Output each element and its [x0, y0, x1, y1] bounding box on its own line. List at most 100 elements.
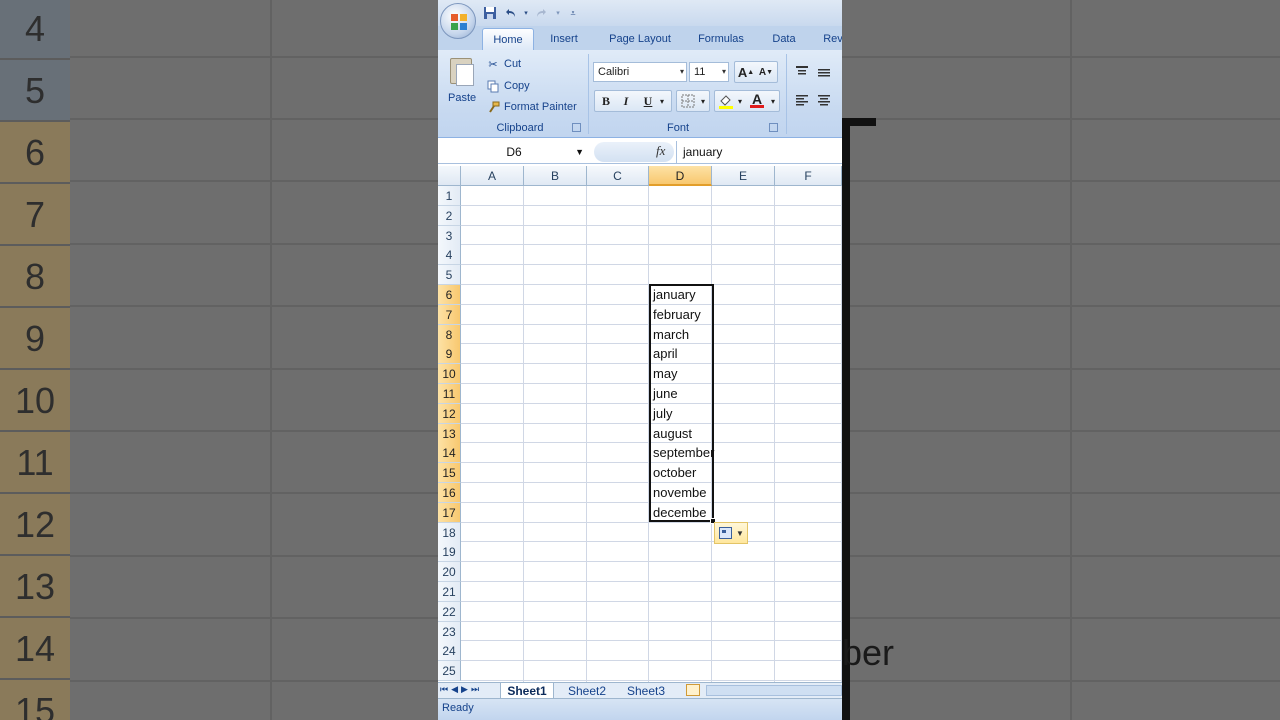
row-header[interactable]: 3 — [438, 225, 461, 246]
row-header[interactable]: 23 — [438, 621, 461, 642]
cell-d17[interactable]: decembe — [651, 503, 706, 523]
align-center-icon[interactable] — [814, 90, 834, 110]
column-header-b[interactable]: B — [524, 166, 587, 186]
cell-d16[interactable]: novembe — [651, 483, 706, 503]
row-header[interactable]: 2 — [438, 205, 461, 226]
cell-d10[interactable]: may — [651, 364, 678, 384]
chevron-down-icon[interactable]: ▾ — [522, 5, 530, 21]
grow-font-button[interactable]: A ▲ — [736, 62, 756, 82]
cell-d12[interactable]: july — [651, 404, 673, 424]
row-header[interactable]: 10 — [438, 364, 461, 385]
fill-color-icon[interactable] — [716, 91, 736, 111]
auto-fill-options-button[interactable]: ▼ — [714, 522, 748, 544]
column-header-a[interactable]: A — [461, 166, 524, 186]
row-header[interactable]: 20 — [438, 562, 461, 583]
name-box[interactable]: D6 ▼ — [438, 141, 590, 163]
sheet-tab-sheet3[interactable]: Sheet3 — [620, 683, 672, 699]
tab-home[interactable]: Home — [482, 28, 534, 50]
tab-page-layout[interactable]: Page Layout — [602, 28, 678, 50]
row-header[interactable]: 4 — [438, 245, 461, 266]
next-sheet-icon[interactable]: ▶ — [461, 684, 468, 695]
font-family-select[interactable]: Calibri ▾ — [593, 62, 687, 82]
chevron-down-icon[interactable]: ▾ — [734, 91, 746, 111]
row-header[interactable]: 13 — [438, 423, 461, 444]
tab-review[interactable]: Rev — [818, 28, 842, 50]
spreadsheet-grid[interactable]: A B C D E F 1 2 3 4 5 6 7 8 9 10 11 12 13 14 15 16 17 18 19 20 21 2… — [438, 166, 842, 682]
cell-d6[interactable]: january — [651, 285, 696, 305]
row-header[interactable]: 17 — [438, 502, 461, 523]
paste-sheet-icon — [456, 64, 474, 86]
cell-d9[interactable]: april — [651, 344, 678, 364]
chevron-down-icon[interactable]: ▾ — [656, 91, 668, 111]
row-header[interactable]: 16 — [438, 483, 461, 503]
cell-d11[interactable]: june — [651, 384, 678, 404]
align-middle-icon[interactable] — [814, 62, 834, 82]
underline-button[interactable]: U — [638, 91, 658, 111]
tab-data[interactable]: Data — [764, 28, 804, 50]
customize-qat-icon[interactable]: ⩡ — [566, 5, 580, 21]
row-header[interactable]: 7 — [438, 304, 461, 325]
sheet-tab-sheet1[interactable]: Sheet1 — [500, 683, 554, 699]
copy-button[interactable]: Copy — [486, 77, 530, 95]
font-color-button[interactable]: A — [747, 90, 767, 110]
row-header[interactable]: 25 — [438, 661, 461, 682]
column-header-f[interactable]: F — [775, 166, 842, 186]
align-left-icon[interactable] — [792, 90, 812, 110]
insert-sheet-icon[interactable] — [686, 684, 700, 696]
font-size-select[interactable]: 11 ▾ — [689, 62, 729, 82]
align-top-icon[interactable] — [792, 62, 812, 82]
last-sheet-icon[interactable]: ⏭ — [471, 684, 479, 695]
row-header[interactable]: 18 — [438, 522, 461, 543]
undo-icon[interactable] — [502, 5, 518, 21]
insert-function-icon[interactable]: fx — [656, 143, 665, 159]
cell-d14[interactable]: september — [651, 443, 714, 463]
column-header-c[interactable]: C — [587, 166, 649, 186]
prev-sheet-icon[interactable]: ◀ — [451, 684, 458, 695]
italic-button[interactable]: I — [616, 91, 636, 111]
clipboard-launcher-icon[interactable] — [572, 123, 581, 132]
row-header[interactable]: 21 — [438, 582, 461, 602]
row-header[interactable]: 14 — [438, 443, 461, 464]
font-style-buttons: B I U ▾ — [594, 90, 672, 112]
cell-d13[interactable]: august — [651, 424, 692, 444]
cell-d8[interactable]: march — [651, 325, 689, 345]
font-launcher-icon[interactable] — [769, 123, 778, 132]
row-header[interactable]: 12 — [438, 403, 461, 424]
cell-d7[interactable]: february — [651, 305, 701, 325]
paste-button[interactable]: Paste — [446, 56, 478, 110]
column-header-d[interactable]: D — [649, 166, 712, 186]
row-header[interactable]: 9 — [438, 344, 461, 365]
tab-formulas[interactable]: Formulas — [692, 28, 750, 50]
horizontal-scrollbar[interactable] — [706, 685, 842, 696]
cell-d15[interactable]: october — [651, 463, 696, 483]
formula-bar: D6 ▼ fx january — [438, 140, 842, 164]
row-header[interactable]: 11 — [438, 384, 461, 404]
row-header[interactable]: 8 — [438, 324, 461, 345]
formula-input[interactable]: january — [676, 141, 842, 163]
shrink-font-button[interactable]: A ▼ — [756, 62, 776, 82]
row-header[interactable]: 19 — [438, 542, 461, 563]
row-header[interactable]: 6 — [438, 285, 461, 305]
sheet-tab-sheet2[interactable]: Sheet2 — [560, 683, 614, 699]
row-header[interactable]: 15 — [438, 463, 461, 484]
select-all-button[interactable] — [438, 166, 461, 186]
gridline — [461, 224, 842, 226]
borders-button[interactable]: ▾ — [676, 90, 710, 112]
cut-button[interactable]: ✂ Cut — [486, 55, 521, 73]
redo-icon[interactable] — [534, 5, 550, 21]
font-family-value: Calibri — [598, 66, 630, 78]
format-painter-button[interactable]: Format Painter — [486, 98, 577, 116]
chevron-down-icon[interactable]: ▾ — [767, 91, 779, 111]
save-icon[interactable] — [482, 5, 498, 21]
office-button[interactable] — [440, 3, 476, 39]
row-header[interactable]: 5 — [438, 265, 461, 286]
column-header-e[interactable]: E — [712, 166, 775, 186]
chevron-down-icon[interactable]: ▼ — [575, 141, 584, 163]
row-header[interactable]: 1 — [438, 186, 461, 206]
chevron-down-icon[interactable]: ▾ — [554, 5, 562, 21]
first-sheet-icon[interactable]: ⏮ — [440, 684, 448, 695]
row-header[interactable]: 24 — [438, 641, 461, 662]
tab-insert[interactable]: Insert — [540, 28, 588, 50]
bold-button[interactable]: B — [596, 91, 616, 111]
row-header[interactable]: 22 — [438, 601, 461, 622]
